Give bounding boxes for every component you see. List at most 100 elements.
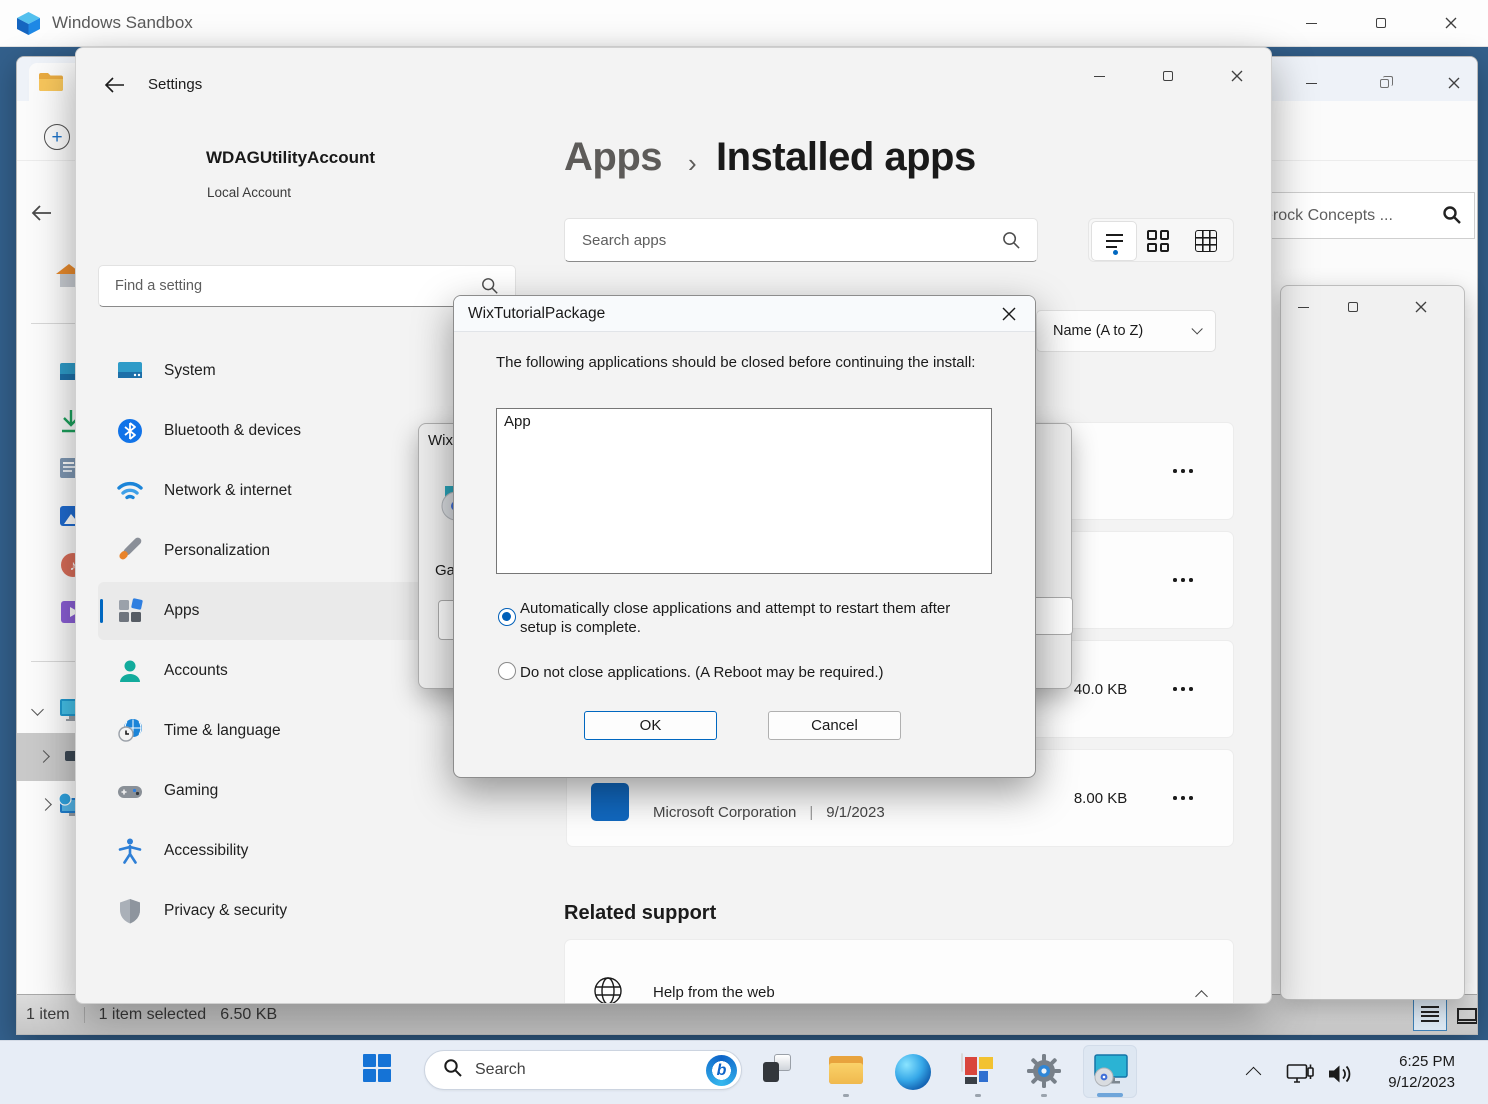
applications-listbox[interactable]: App <box>496 408 992 574</box>
dialog-message: The following applications should be clo… <box>496 354 1006 371</box>
table-view-button[interactable] <box>1195 230 1217 252</box>
settings-minimize-button[interactable] <box>1079 60 1119 92</box>
start-button[interactable] <box>363 1054 391 1082</box>
task-view-button[interactable] <box>763 1054 791 1082</box>
dialog-close-button[interactable] <box>993 301 1025 327</box>
dialog-titlebar: WixTutorialPackage <box>454 296 1035 332</box>
view-toggle-group <box>1088 218 1234 262</box>
network-chevron-icon[interactable] <box>39 798 52 811</box>
taskbar-search[interactable]: Search b <box>424 1050 742 1090</box>
grid-view-button[interactable] <box>1147 230 1169 252</box>
selected-pill <box>100 599 103 623</box>
background-window-maximize-button[interactable] <box>1333 290 1373 324</box>
explorer-back-button[interactable] <box>29 203 61 227</box>
brush-icon <box>116 537 144 565</box>
settings-taskbar-icon[interactable] <box>1026 1053 1062 1094</box>
wifi-icon <box>116 477 144 505</box>
more-options-button[interactable] <box>1173 687 1193 691</box>
listbox-item[interactable]: App <box>504 413 531 430</box>
tray-chevron-up-icon[interactable] <box>1246 1067 1262 1083</box>
sandbox-close-button[interactable] <box>1428 0 1474 46</box>
account-name: WDAGUtilityAccount <box>206 148 375 168</box>
chevron-up-icon[interactable] <box>1195 990 1208 1003</box>
active-app-taskbar-button[interactable] <box>1083 1045 1137 1098</box>
thumbnail-view-toggle-button[interactable] <box>1450 999 1478 1033</box>
more-options-button[interactable] <box>1173 796 1193 800</box>
clock-globe-icon <box>116 717 144 745</box>
taskbar: Search b <box>0 1040 1488 1104</box>
breadcrumb-chevron-icon: › <box>688 148 696 179</box>
radio-auto-close-label[interactable]: Automatically close applications and att… <box>520 599 978 637</box>
app-size: 8.00 KB <box>1074 790 1127 807</box>
sidebar-item-label: Bluetooth & devices <box>164 422 301 440</box>
app-icon <box>591 783 629 821</box>
radio-do-not-close[interactable] <box>498 662 516 680</box>
sidebar-item-label: Apps <box>164 602 199 620</box>
explorer-restore-button[interactable] <box>1361 65 1407 101</box>
expand-chevron-icon[interactable] <box>31 703 44 716</box>
background-window-close-button[interactable] <box>1401 290 1441 324</box>
sandbox-minimize-button[interactable] <box>1288 0 1334 46</box>
search-icon <box>1002 231 1021 254</box>
globe-icon <box>593 976 623 1004</box>
ok-button[interactable]: OK <box>584 711 717 740</box>
sidebar-item-privacy[interactable]: Privacy & security <box>98 882 518 940</box>
sidebar-item-label: Accessibility <box>164 842 248 860</box>
settings-window-title: Settings <box>148 76 202 93</box>
breadcrumb-parent[interactable]: Apps <box>564 135 662 180</box>
collapse-chevron-icon[interactable] <box>37 750 50 763</box>
running-indicator <box>975 1094 981 1097</box>
edge-taskbar-icon[interactable] <box>895 1054 931 1090</box>
sort-value: Name (A to Z) <box>1053 323 1143 339</box>
status-divider <box>84 1007 85 1023</box>
new-tab-button[interactable]: + <box>44 124 70 150</box>
taskbar-clock[interactable]: 6:25 PM 9/12/2023 <box>1388 1051 1455 1093</box>
sidebar-item-label: Personalization <box>164 542 270 560</box>
settings-back-button[interactable] <box>104 76 130 102</box>
running-indicator <box>843 1094 849 1097</box>
dialog-title: WixTutorialPackage <box>468 305 605 323</box>
gear-icon <box>1026 1053 1062 1089</box>
settings-maximize-button[interactable] <box>1148 60 1188 92</box>
accessibility-icon <box>116 837 144 865</box>
installer-text-fragment: Ga <box>435 562 455 579</box>
clock-date: 9/12/2023 <box>1388 1072 1455 1093</box>
sandbox-logo-icon <box>15 10 42 37</box>
search-icon <box>1442 205 1462 230</box>
more-options-button[interactable] <box>1173 578 1193 582</box>
installer-title-fragment: Wix <box>428 432 453 449</box>
sort-dropdown[interactable]: Name (A to Z) <box>1036 310 1216 352</box>
settings-close-button[interactable] <box>1217 60 1257 92</box>
clock-time: 6:25 PM <box>1388 1051 1455 1072</box>
search-apps-input[interactable]: Search apps <box>564 218 1038 262</box>
list-view-button[interactable] <box>1091 221 1137 261</box>
background-window-minimize-button[interactable] <box>1283 290 1323 324</box>
app-size: 40.0 KB <box>1074 681 1127 698</box>
sidebar-item-label: Accounts <box>164 662 228 680</box>
running-indicator <box>1041 1094 1047 1097</box>
explorer-minimize-button[interactable] <box>1288 65 1334 101</box>
explorer-search-input[interactable]: erock Concepts ... <box>1253 192 1475 239</box>
list-view-toggle-button[interactable] <box>1413 997 1447 1031</box>
sandbox-maximize-button[interactable] <box>1358 0 1404 46</box>
file-explorer-taskbar-icon[interactable] <box>829 1054 863 1086</box>
explorer-close-button[interactable] <box>1431 65 1477 101</box>
more-options-button[interactable] <box>1173 469 1193 473</box>
volume-tray-icon[interactable] <box>1328 1064 1354 1089</box>
network-tray-icon[interactable] <box>1286 1061 1314 1092</box>
taskbar-search-placeholder: Search <box>475 1061 526 1079</box>
files-in-use-dialog: WixTutorialPackage The following applica… <box>453 295 1036 778</box>
app-mosaic-taskbar-icon[interactable] <box>961 1053 963 1072</box>
background-window <box>1280 285 1465 1000</box>
sidebar-item-accessibility[interactable]: Accessibility <box>98 822 518 880</box>
apps-icon <box>116 597 144 625</box>
cancel-button[interactable]: Cancel <box>768 711 901 740</box>
radio-do-not-close-label[interactable]: Do not close applications. (A Reboot may… <box>520 663 978 682</box>
shield-icon <box>116 897 144 925</box>
help-from-web-card[interactable]: Help from the web <box>564 939 1234 1004</box>
bing-chat-icon[interactable]: b <box>706 1055 737 1086</box>
radio-auto-close[interactable] <box>498 608 516 626</box>
selected-dot <box>1113 250 1118 255</box>
bluetooth-icon <box>116 417 144 445</box>
active-app-indicator <box>1097 1093 1123 1097</box>
